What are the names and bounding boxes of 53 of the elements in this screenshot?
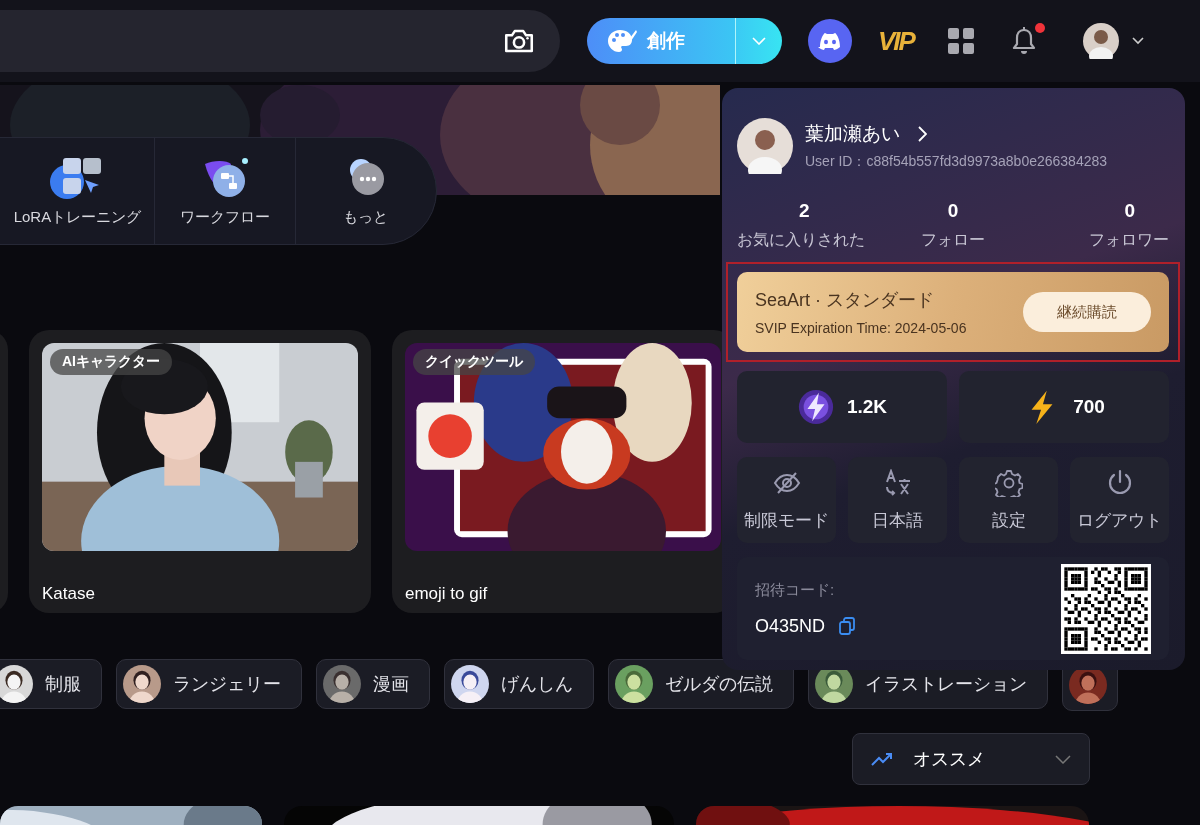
card-title: Katase — [42, 584, 96, 604]
apps-grid-icon[interactable] — [947, 28, 974, 54]
menu-tile[interactable]: 制限モード — [737, 457, 836, 543]
card-title: emoji to gif — [405, 584, 489, 604]
category-tag: クイックツール — [413, 349, 535, 375]
credit-tile[interactable]: 700 — [959, 371, 1169, 443]
caret-icon[interactable] — [1131, 37, 1144, 45]
bell-icon[interactable] — [1010, 27, 1037, 55]
menu-tile[interactable]: 設定 — [959, 457, 1058, 543]
stat-label: お気に入りされた — [737, 230, 865, 250]
tool-button[interactable]: LoRAトレーニング — [1, 138, 155, 244]
tool-button[interactable]: もっと — [295, 138, 436, 244]
credit-tile[interactable]: 1.2K — [737, 371, 947, 443]
user-avatar[interactable] — [737, 118, 793, 174]
tag-chip[interactable]: ランジェリー — [116, 659, 302, 709]
category-tag: AIキャラクター — [50, 349, 172, 375]
chevron-right-icon[interactable] — [918, 126, 927, 142]
user-id: User ID：c88f54b557fd3d9973a8b0e266384283 — [805, 153, 1108, 171]
menu-tile[interactable]: 日本語 — [848, 457, 947, 543]
renew-button[interactable]: 継続購読 — [1023, 292, 1151, 332]
discord-icon[interactable] — [808, 19, 852, 63]
search-field[interactable] — [0, 10, 560, 72]
user-avatar[interactable] — [1082, 23, 1119, 59]
stat-value: 0 — [947, 200, 959, 222]
stat-label: フォロワー — [1089, 230, 1169, 250]
credit-value: 700 — [1073, 396, 1105, 418]
trend-up-icon — [871, 752, 893, 766]
tag-chip[interactable]: ゼルダの伝説 — [608, 659, 794, 709]
tool-card[interactable]: AIキャラクター Katase — [29, 330, 371, 613]
user-name[interactable]: 葉加瀬あい — [805, 121, 900, 147]
caret-icon — [752, 37, 766, 45]
stat-label: フォロー — [921, 230, 985, 250]
vip-badge[interactable]: VIP — [878, 25, 914, 57]
settings-icon — [994, 468, 1023, 497]
stat-value: 2 — [799, 200, 810, 222]
palette-icon — [607, 28, 637, 54]
bolt-icon — [796, 388, 835, 426]
tag-chip[interactable]: げんしん — [444, 659, 594, 709]
create-menu-button[interactable] — [735, 18, 782, 64]
copy-icon[interactable] — [839, 617, 856, 635]
sort-dropdown[interactable]: オススメ — [852, 733, 1090, 785]
invite-label: 招待コード: — [755, 580, 836, 600]
tag-chip[interactable]: 漫画 — [316, 659, 430, 709]
invite-code: O435ND — [755, 615, 826, 637]
translate-icon — [883, 468, 912, 497]
tag-chip[interactable]: 制服 — [0, 659, 102, 709]
expiry-text: SVIP Expiration Time: 2024-05-06 — [755, 320, 967, 336]
tool-button[interactable]: ワークフロー — [154, 138, 296, 244]
plan-title: SeaArt · スタンダード — [755, 289, 936, 312]
stat-value: 0 — [1124, 200, 1135, 222]
credit-value: 1.2K — [846, 396, 888, 418]
caret-icon — [1055, 754, 1071, 764]
menu-tile[interactable]: ログアウト — [1070, 457, 1169, 543]
